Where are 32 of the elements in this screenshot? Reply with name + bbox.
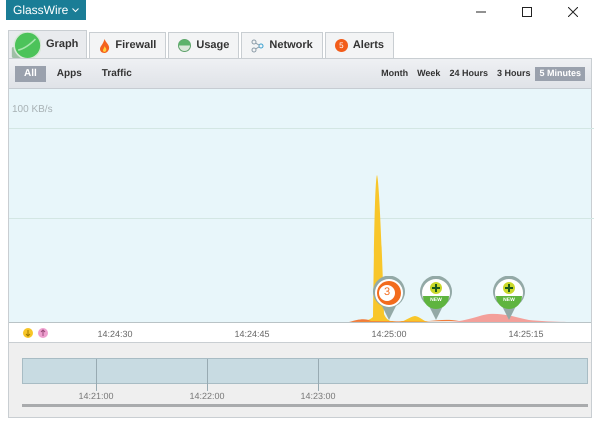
time-range-button[interactable]: Week <box>413 66 444 80</box>
time-label: 14:24:45 <box>233 328 271 341</box>
flame-icon <box>99 38 110 52</box>
upload-icon <box>38 328 48 338</box>
half-circle-icon <box>178 39 192 52</box>
time-label: 14:22:00 <box>188 390 226 403</box>
time-label: 14:24:30 <box>96 328 134 341</box>
time-label: 14:25:15 <box>507 328 545 341</box>
tab[interactable]: Graph <box>8 30 88 58</box>
time-range-button[interactable]: 24 Hours <box>445 66 492 80</box>
nodes-icon <box>251 38 264 52</box>
chevron-down-icon <box>72 8 80 12</box>
app-menu-button[interactable]: GlassWire <box>6 0 86 20</box>
tab[interactable]: Usage <box>168 32 240 58</box>
filter-button[interactable]: Apps <box>48 66 91 82</box>
filter-button[interactable]: Traffic <box>92 66 141 82</box>
maximize-icon <box>522 7 532 17</box>
time-label: 14:25:00 <box>370 328 408 341</box>
overview-timeline[interactable] <box>22 358 588 384</box>
time-range-button[interactable]: 3 Hours <box>492 66 534 80</box>
globe-icon <box>11 32 41 58</box>
time-label: 14:21:00 <box>77 390 115 403</box>
time-range-button[interactable]: Month <box>377 66 412 80</box>
alert-count-badge: 5 <box>334 39 348 52</box>
time-label: 14:23:00 <box>299 390 337 403</box>
scale-label: 100 KB/s <box>12 103 53 117</box>
close-icon <box>568 7 578 17</box>
tab[interactable]: Firewall <box>89 32 166 58</box>
tab[interactable]: 5 Alerts <box>324 32 394 58</box>
tab[interactable]: Network <box>241 32 323 58</box>
scrollbar-track[interactable] <box>22 404 588 407</box>
download-icon <box>23 328 33 338</box>
